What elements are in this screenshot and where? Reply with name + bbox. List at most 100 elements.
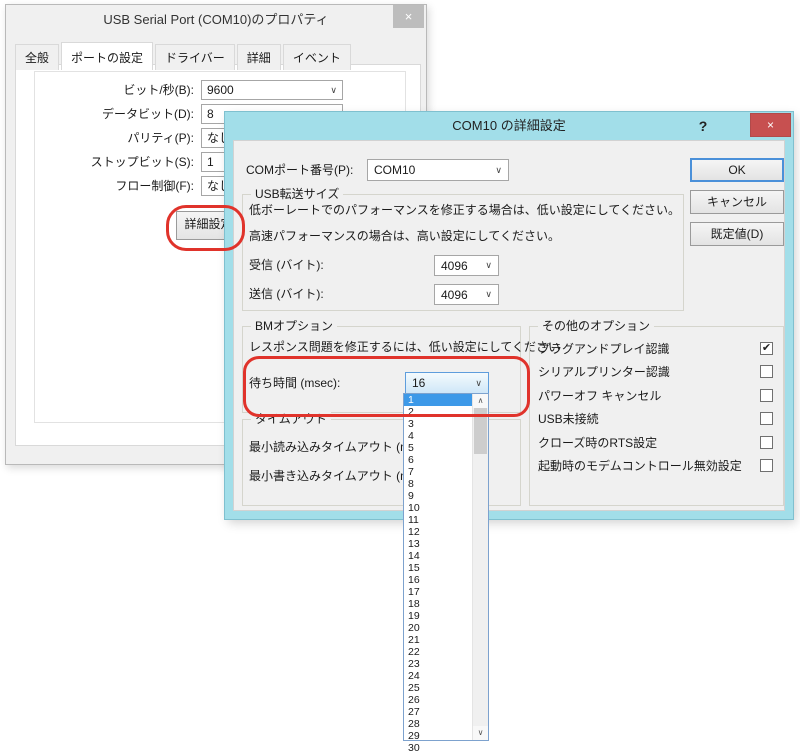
usb-transfer-hint-low: 低ボーレートでのパフォーマンスを修正する場合は、低い設定にしてください。 xyxy=(249,200,680,220)
latency-dropdown-list: 1234567891011121314151617181920212223242… xyxy=(403,393,489,741)
com10-advanced-settings-dialog: COM10 の詳細設定 ? × COMポート番号(P): COM10 ∨ OK … xyxy=(225,112,793,519)
stop-bits-value: 1 xyxy=(207,155,214,169)
option-row-power-off-cancel: パワーオフ キャンセル xyxy=(530,388,783,404)
receive-bytes-select[interactable]: 4096 ∨ xyxy=(434,255,499,276)
latency-option-16[interactable]: 16 xyxy=(404,574,473,586)
tab-details[interactable]: 詳細 xyxy=(237,44,281,70)
latency-option-5[interactable]: 5 xyxy=(404,442,473,454)
misc-options-legend: その他のオプション xyxy=(538,319,654,333)
power-off-cancel-label: パワーオフ キャンセル xyxy=(538,388,661,404)
latency-option-6[interactable]: 6 xyxy=(404,454,473,466)
ok-button[interactable]: OK xyxy=(690,158,784,182)
timeouts-legend: タイムアウト xyxy=(251,412,331,426)
bits-per-second-select[interactable]: 9600 ∨ xyxy=(201,80,343,100)
power-off-cancel-checkbox[interactable] xyxy=(760,389,773,402)
latency-select[interactable]: 16 ∨ xyxy=(405,372,489,394)
chevron-down-icon: ∨ xyxy=(495,160,502,180)
transmit-bytes-select[interactable]: 4096 ∨ xyxy=(434,284,499,305)
latency-label: 待ち時間 (msec): xyxy=(249,373,340,393)
latency-option-4[interactable]: 4 xyxy=(404,430,473,442)
latency-option-3[interactable]: 3 xyxy=(404,418,473,430)
latency-dropdown-items: 1234567891011121314151617181920212223242… xyxy=(404,394,473,740)
usb-transfer-legend: USB転送サイズ xyxy=(251,187,343,201)
latency-option-10[interactable]: 10 xyxy=(404,502,473,514)
scroll-down-icon[interactable]: ∨ xyxy=(473,726,488,740)
tab-driver[interactable]: ドライバー xyxy=(155,44,235,70)
com-port-value: COM10 xyxy=(374,160,415,180)
latency-option-9[interactable]: 9 xyxy=(404,490,473,502)
plug-and-play-checkbox[interactable]: ✔ xyxy=(760,342,773,355)
option-row-rts-on-close: クローズ時のRTS設定 xyxy=(530,435,783,451)
latency-option-15[interactable]: 15 xyxy=(404,562,473,574)
serial-printer-checkbox[interactable] xyxy=(760,365,773,378)
latency-option-27[interactable]: 27 xyxy=(404,706,473,718)
bm-options-legend: BMオプション xyxy=(251,319,337,333)
usb-transfer-hint-high: 高速パフォーマンスの場合は、高い設定にしてください。 xyxy=(249,226,560,246)
latency-option-8[interactable]: 8 xyxy=(404,478,473,490)
rts-on-close-checkbox[interactable] xyxy=(760,436,773,449)
receive-bytes-label: 受信 (バイト): xyxy=(249,255,324,275)
parity-label: パリティ(P): xyxy=(36,128,194,148)
stop-bits-label: ストップビット(S): xyxy=(36,152,194,172)
chevron-down-icon: ∨ xyxy=(475,373,482,393)
latency-option-25[interactable]: 25 xyxy=(404,682,473,694)
serial-printer-label: シリアルプリンター認識 xyxy=(538,364,670,380)
latency-option-21[interactable]: 21 xyxy=(404,634,473,646)
tab-events[interactable]: イベント xyxy=(283,44,351,70)
chevron-down-icon: ∨ xyxy=(485,285,492,304)
transmit-bytes-label: 送信 (バイト): xyxy=(249,284,324,304)
latency-option-29[interactable]: 29 xyxy=(404,730,473,742)
rts-on-close-label: クローズ時のRTS設定 xyxy=(538,435,657,451)
tab-port-settings[interactable]: ポートの設定 xyxy=(61,42,153,70)
latency-option-2[interactable]: 2 xyxy=(404,406,473,418)
latency-option-18[interactable]: 18 xyxy=(404,598,473,610)
latency-option-23[interactable]: 23 xyxy=(404,658,473,670)
com-port-select[interactable]: COM10 ∨ xyxy=(367,159,509,181)
flow-control-label: フロー制御(F): xyxy=(36,176,194,196)
help-icon[interactable]: ? xyxy=(689,114,717,138)
option-row-disable-modem-ctrl: 起動時のモデムコントロール無効設定 xyxy=(530,458,783,474)
usb-transfer-group: USB転送サイズ 低ボーレートでのパフォーマンスを修正する場合は、低い設定にして… xyxy=(242,194,684,311)
chevron-down-icon: ∨ xyxy=(330,81,337,99)
latency-option-13[interactable]: 13 xyxy=(404,538,473,550)
cancel-button[interactable]: キャンセル xyxy=(690,190,784,214)
bm-options-hint: レスポンス問題を修正するには、低い設定にしてください xyxy=(249,337,560,357)
scroll-up-icon[interactable]: ∧ xyxy=(473,394,488,408)
tab-strip: 全般ポートの設定ドライバー詳細イベント xyxy=(15,41,353,69)
dialog-content: COMポート番号(P): COM10 ∨ OK キャンセル 既定値(D) USB… xyxy=(233,140,785,511)
latency-option-22[interactable]: 22 xyxy=(404,646,473,658)
usb-unplugged-label: USB未接続 xyxy=(538,411,599,427)
latency-option-20[interactable]: 20 xyxy=(404,622,473,634)
defaults-button[interactable]: 既定値(D) xyxy=(690,222,784,246)
dropdown-scrollbar[interactable]: ∧ ∨ xyxy=(472,394,488,740)
latency-option-28[interactable]: 28 xyxy=(404,718,473,730)
scrollbar-thumb[interactable] xyxy=(474,408,487,454)
latency-option-14[interactable]: 14 xyxy=(404,550,473,562)
plug-and-play-label: プラグアンドプレイ認識 xyxy=(538,341,670,357)
usb-unplugged-checkbox[interactable] xyxy=(760,412,773,425)
misc-options-group: その他のオプション プラグアンドプレイ認識✔シリアルプリンター認識パワーオフ キ… xyxy=(529,326,784,506)
latency-option-1[interactable]: 1 xyxy=(404,394,473,406)
latency-option-26[interactable]: 26 xyxy=(404,694,473,706)
data-bits-label: データビット(D): xyxy=(36,104,194,124)
close-icon[interactable]: × xyxy=(750,113,791,137)
latency-option-30[interactable]: 30 xyxy=(404,742,473,754)
data-bits-value: 8 xyxy=(207,107,214,121)
latency-value: 16 xyxy=(412,373,425,393)
latency-option-12[interactable]: 12 xyxy=(404,526,473,538)
latency-option-24[interactable]: 24 xyxy=(404,670,473,682)
close-icon[interactable]: × xyxy=(393,5,424,28)
tab-general[interactable]: 全般 xyxy=(15,44,59,70)
option-row-serial-printer: シリアルプリンター認識 xyxy=(530,364,783,380)
field-row-bits-per-second: ビット/秒(B):9600∨ xyxy=(6,80,426,100)
latency-option-17[interactable]: 17 xyxy=(404,586,473,598)
latency-option-19[interactable]: 19 xyxy=(404,610,473,622)
dialog-title: USB Serial Port (COM10)のプロパティ xyxy=(6,5,426,35)
bits-per-second-value: 9600 xyxy=(207,83,234,97)
latency-option-11[interactable]: 11 xyxy=(404,514,473,526)
option-row-usb-unplugged: USB未接続 xyxy=(530,411,783,427)
disable-modem-ctrl-label: 起動時のモデムコントロール無効設定 xyxy=(538,458,742,474)
disable-modem-ctrl-checkbox[interactable] xyxy=(760,459,773,472)
latency-option-7[interactable]: 7 xyxy=(404,466,473,478)
chevron-down-icon: ∨ xyxy=(485,256,492,275)
